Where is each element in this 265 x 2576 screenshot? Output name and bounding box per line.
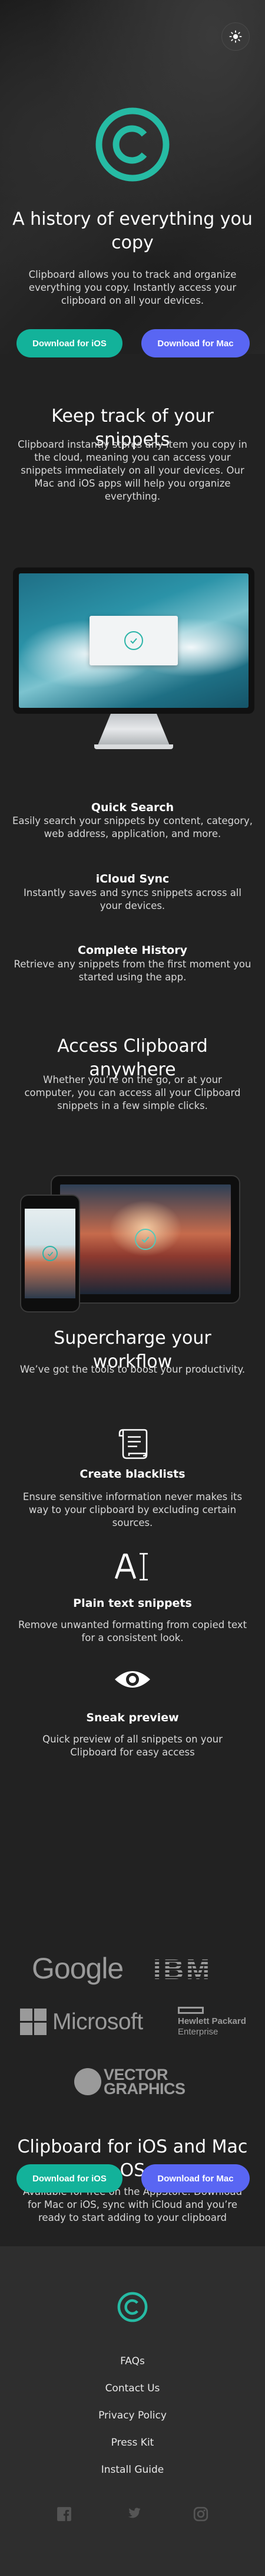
snippets-body: Clipboard instantly stores any item you … bbox=[18, 439, 247, 502]
phone-screen-image bbox=[25, 1209, 75, 1298]
footer-link-faqs[interactable]: FAQs bbox=[0, 2348, 265, 2375]
vector-graphics-circle-icon bbox=[74, 2068, 101, 2095]
check-icon bbox=[135, 1229, 156, 1250]
imac-base bbox=[94, 744, 173, 749]
cta-download-ios-button[interactable]: Download for iOS bbox=[16, 2164, 122, 2193]
tool-title: Create blacklists bbox=[80, 1468, 186, 1481]
hpe-logo: Hewlett Packard Enterprise bbox=[178, 2007, 252, 2037]
footer: FAQs Contact Us Privacy Policy Press Kit… bbox=[0, 2246, 265, 2576]
hero-section: A history of everything you copy Clipboa… bbox=[0, 0, 265, 357]
check-icon bbox=[42, 1246, 58, 1261]
facebook-link[interactable] bbox=[55, 2505, 73, 2523]
hpe-rectangle-icon bbox=[178, 2007, 204, 2014]
access-body: Whether you’re on the go, or at your com… bbox=[24, 1074, 241, 1111]
feature-title: Quick Search bbox=[91, 801, 174, 814]
social-links bbox=[0, 2505, 265, 2523]
instagram-link[interactable] bbox=[192, 2505, 210, 2523]
tool-title: Sneak preview bbox=[86, 1711, 179, 1724]
google-logo: Google bbox=[32, 1952, 124, 1985]
microsoft-grid-icon bbox=[20, 2009, 47, 2035]
ibm-logo: IBM bbox=[153, 1954, 212, 1986]
vector-graphics-line2: GRAPHICS bbox=[104, 2080, 186, 2098]
supercharge-body: We’ve got the tools to boost your produc… bbox=[19, 1364, 246, 1375]
facebook-icon bbox=[57, 2507, 71, 2521]
hpe-logo-line1: Hewlett Packard bbox=[178, 2016, 246, 2026]
download-ios-button[interactable]: Download for iOS bbox=[16, 329, 122, 357]
feature-body: Instantly saves and syncs snippets acros… bbox=[24, 887, 241, 911]
eye-icon-wrap bbox=[0, 1668, 265, 1691]
footer-link-privacy[interactable]: Privacy Policy bbox=[0, 2402, 265, 2429]
check-icon bbox=[124, 631, 143, 650]
vector-graphics-logo: VECTOR GRAPHICS bbox=[74, 2067, 186, 2098]
imac-screen-image bbox=[19, 573, 249, 708]
phone-mockup bbox=[20, 1195, 80, 1312]
blacklist-icon-wrap bbox=[0, 1426, 265, 1461]
feature-title: iCloud Sync bbox=[95, 872, 170, 885]
imac-mockup bbox=[13, 567, 254, 714]
text-cursor-icon-wrap bbox=[0, 1550, 265, 1583]
instagram-icon bbox=[193, 2506, 208, 2522]
twitter-link[interactable] bbox=[124, 2505, 141, 2523]
hero-subtitle: Clipboard allows you to track and organi… bbox=[28, 269, 237, 306]
copied-dialog bbox=[90, 616, 178, 665]
eye-icon bbox=[115, 1671, 150, 1688]
imac-stand bbox=[98, 714, 170, 746]
theme-toggle-button[interactable] bbox=[221, 22, 250, 51]
feature-body: Easily search your snippets by content, … bbox=[12, 815, 253, 839]
clipboard-logo-icon bbox=[95, 107, 170, 182]
footer-links: FAQs Contact Us Privacy Policy Press Kit… bbox=[0, 2348, 265, 2483]
tool-body: Remove unwanted formatting from copied t… bbox=[18, 1619, 247, 1643]
text-cursor-icon bbox=[114, 1553, 148, 1581]
clipboard-logo-icon bbox=[117, 2292, 148, 2322]
twitter-icon bbox=[128, 2508, 141, 2518]
feature-body: Retrieve any snippets from the first mom… bbox=[14, 959, 251, 983]
footer-link-press-kit[interactable]: Press Kit bbox=[0, 2429, 265, 2456]
tool-title: Plain text snippets bbox=[73, 1597, 192, 1610]
blacklist-icon bbox=[118, 1429, 148, 1459]
tool-body: Quick preview of all snippets on your Cl… bbox=[42, 1734, 223, 1758]
hpe-logo-line2: Enterprise bbox=[178, 2027, 218, 2037]
footer-link-contact[interactable]: Contact Us bbox=[0, 2375, 265, 2402]
footer-link-install-guide[interactable]: Install Guide bbox=[0, 2456, 265, 2483]
page: A history of everything you copy Clipboa… bbox=[0, 0, 265, 2576]
sun-icon bbox=[229, 30, 242, 43]
microsoft-logo-text: Microsoft bbox=[52, 2009, 143, 2034]
hero-title: A history of everything you copy bbox=[12, 209, 253, 253]
tablet-screen-image bbox=[60, 1184, 231, 1294]
microsoft-logo: Microsoft bbox=[20, 2009, 143, 2035]
download-mac-button[interactable]: Download for Mac bbox=[141, 329, 250, 357]
feature-title: Complete History bbox=[78, 944, 187, 957]
tool-body: Ensure sensitive information never makes… bbox=[22, 1491, 243, 1528]
cta-download-mac-button[interactable]: Download for Mac bbox=[141, 2164, 250, 2193]
